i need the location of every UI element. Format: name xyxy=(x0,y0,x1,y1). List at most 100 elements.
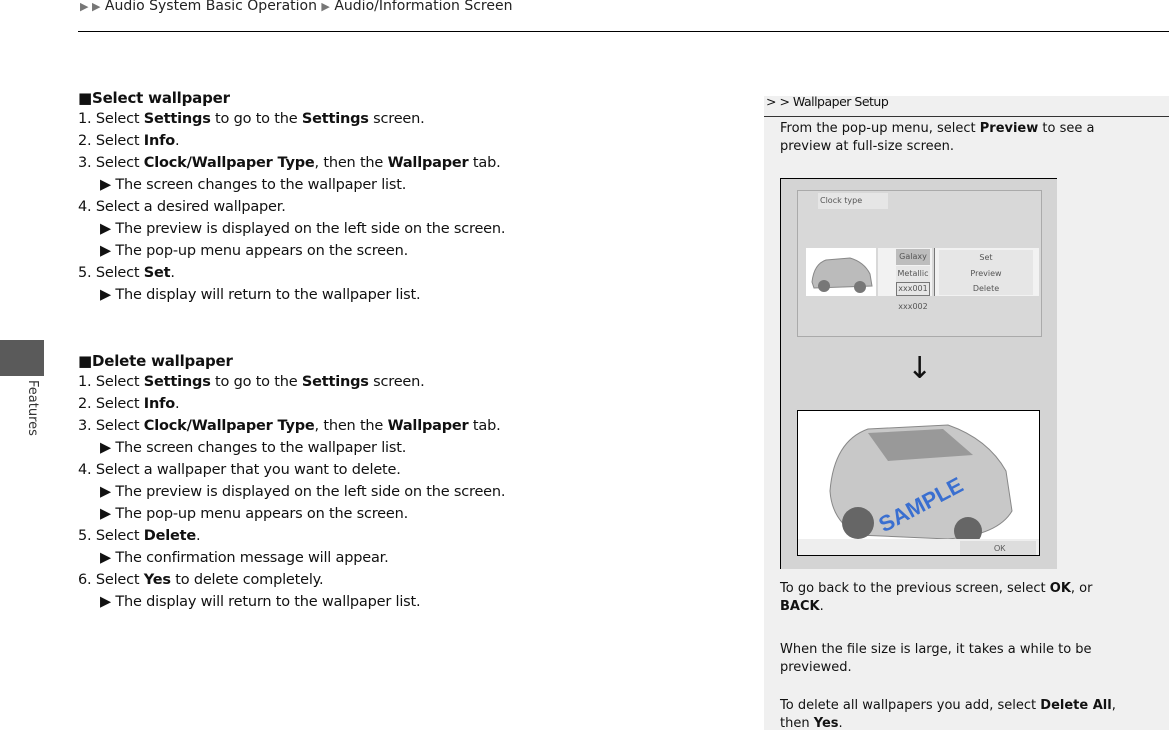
bold-term: Clock/Wallpaper Type xyxy=(143,155,315,171)
text-segment: to delete completely. xyxy=(170,572,324,588)
popup-menu: Set Preview Delete xyxy=(934,248,1039,296)
text-segment: 4. Select a desired wallpaper. xyxy=(78,199,286,215)
text-segment: ▶ The pop-up menu appears on the screen. xyxy=(100,243,408,259)
triangle-icon: ▶ ▶ xyxy=(80,0,101,13)
text-segment: . xyxy=(838,716,843,731)
text-segment: , then the xyxy=(314,155,388,171)
text-segment: 1. Select xyxy=(78,111,144,127)
step-line: 3. Select Clock/Wallpaper Type, then the… xyxy=(78,155,501,171)
breadcrumb: ▶ ▶ Audio System Basic Operation ▶ Audio… xyxy=(80,0,512,14)
result-line: ▶ The display will return to the wallpap… xyxy=(78,594,421,610)
step-line: 2. Select Info. xyxy=(78,396,180,412)
arrow-down-icon: ↓ xyxy=(907,351,933,386)
heading-text: Delete wallpaper xyxy=(91,352,233,370)
list-item: Metallic xyxy=(896,266,930,282)
bold-term: Yes xyxy=(143,572,171,588)
bold-term: Delete All xyxy=(1040,698,1112,713)
section-heading: ■Delete wallpaper xyxy=(78,352,233,370)
text-segment: ▶ The screen changes to the wallpaper li… xyxy=(100,177,407,193)
text-segment: to go to the xyxy=(210,374,302,390)
menu-preview: Preview xyxy=(939,266,1033,282)
result-line: ▶ The preview is displayed on the left s… xyxy=(78,221,505,237)
text-segment: ▶ The pop-up menu appears on the screen. xyxy=(100,506,408,522)
step-line: 5. Select Delete. xyxy=(78,528,201,544)
car-thumbnail xyxy=(806,248,876,296)
text-segment: To go back to the previous screen, selec… xyxy=(780,581,1050,596)
bold-term: Settings xyxy=(143,374,211,390)
triangle-icon: ▶ xyxy=(321,0,330,13)
side-note: To go back to the previous screen, selec… xyxy=(780,580,1140,616)
wallpaper-list-screen: Clock type Galaxy Metallic xxx001 xxx002… xyxy=(797,190,1042,337)
text-segment: , or xyxy=(1070,581,1093,596)
text-segment: 3. Select xyxy=(78,155,144,171)
list-item: xxx002 xyxy=(898,302,928,311)
side-panel-header: > > Wallpaper Setup xyxy=(766,94,889,109)
result-line: ▶ The screen changes to the wallpaper li… xyxy=(78,177,406,193)
step-line: 4. Select a wallpaper that you want to d… xyxy=(78,462,401,478)
step-line: 2. Select Info. xyxy=(78,133,180,149)
text-segment: ▶ The preview is displayed on the left s… xyxy=(100,221,506,237)
text-segment: . xyxy=(170,265,175,281)
text-segment: 3. Select xyxy=(78,418,144,434)
side-tab-label[interactable]: Features xyxy=(25,380,40,436)
bold-term: Info xyxy=(143,133,175,149)
side-note: From the pop-up menu, select Preview to … xyxy=(780,120,1140,156)
text-segment: 2. Select xyxy=(78,396,144,412)
text-segment: . xyxy=(175,133,180,149)
bold-term: BACK xyxy=(780,599,820,614)
text-segment: 5. Select xyxy=(78,528,144,544)
screen-illustration: Clock type Galaxy Metallic xxx001 xxx002… xyxy=(780,178,1057,569)
bold-term: Preview xyxy=(979,121,1039,136)
bold-term: Wallpaper xyxy=(387,418,469,434)
side-note: When the file size is large, it takes a … xyxy=(780,641,1140,677)
text-segment: screen. xyxy=(368,374,425,390)
result-line: ▶ The pop-up menu appears on the screen. xyxy=(78,243,408,259)
result-line: ▶ The display will return to the wallpap… xyxy=(78,287,421,303)
text-segment: 6. Select xyxy=(78,572,144,588)
step-line: 3. Select Clock/Wallpaper Type, then the… xyxy=(78,418,501,434)
text-segment: ▶ The confirmation message will appear. xyxy=(100,550,389,566)
text-segment: 1. Select xyxy=(78,374,144,390)
section-heading: ■Select wallpaper xyxy=(78,89,230,107)
text-segment: 2. Select xyxy=(78,133,144,149)
wallpaper-preview-screen: SAMPLE OK xyxy=(797,410,1040,556)
text-segment: tab. xyxy=(468,418,501,434)
menu-set: Set xyxy=(939,250,1033,266)
text-segment: ▶ The screen changes to the wallpaper li… xyxy=(100,440,407,456)
list-item: xxx001 xyxy=(896,282,930,296)
text-segment: 5. Select xyxy=(78,265,144,281)
text-segment: ▶ The display will return to the wallpap… xyxy=(100,287,421,303)
result-line: ▶ The pop-up menu appears on the screen. xyxy=(78,506,408,522)
step-line: 5. Select Set. xyxy=(78,265,175,281)
text-segment: , then the xyxy=(314,418,388,434)
menu-delete: Delete xyxy=(939,282,1033,295)
bold-term: Settings xyxy=(143,111,211,127)
header-divider xyxy=(78,31,1169,32)
text-segment: 4. Select a wallpaper that you want to d… xyxy=(78,462,401,478)
bold-term: Settings xyxy=(301,374,369,390)
step-line: 1. Select Settings to go to the Settings… xyxy=(78,111,425,127)
result-line: ▶ The confirmation message will appear. xyxy=(78,550,389,566)
text-segment: . xyxy=(196,528,201,544)
breadcrumb-item[interactable]: Audio/Information Screen xyxy=(334,0,512,14)
bold-term: Settings xyxy=(301,111,369,127)
bold-term: Set xyxy=(143,265,171,281)
side-note: To delete all wallpapers you add, select… xyxy=(780,697,1140,733)
step-line: 4. Select a desired wallpaper. xyxy=(78,199,286,215)
square-bullet-icon: ■ xyxy=(78,89,92,107)
bold-term: Info xyxy=(143,396,175,412)
text-segment: screen. xyxy=(368,111,425,127)
result-line: ▶ The screen changes to the wallpaper li… xyxy=(78,440,406,456)
heading-text: Select wallpaper xyxy=(91,89,230,107)
result-line: ▶ The preview is displayed on the left s… xyxy=(78,484,505,500)
bold-term: Delete xyxy=(143,528,197,544)
breadcrumb-item[interactable]: Audio System Basic Operation xyxy=(105,0,317,14)
step-line: 1. Select Settings to go to the Settings… xyxy=(78,374,425,390)
text-segment: ▶ The display will return to the wallpap… xyxy=(100,594,421,610)
text-segment: . xyxy=(175,396,180,412)
ok-button: OK xyxy=(994,544,1006,553)
text-segment: ▶ The preview is displayed on the left s… xyxy=(100,484,506,500)
bold-term: OK xyxy=(1049,581,1071,596)
car-image: SAMPLE OK xyxy=(798,424,1039,555)
text-segment: To delete all wallpapers you add, select xyxy=(780,698,1041,713)
